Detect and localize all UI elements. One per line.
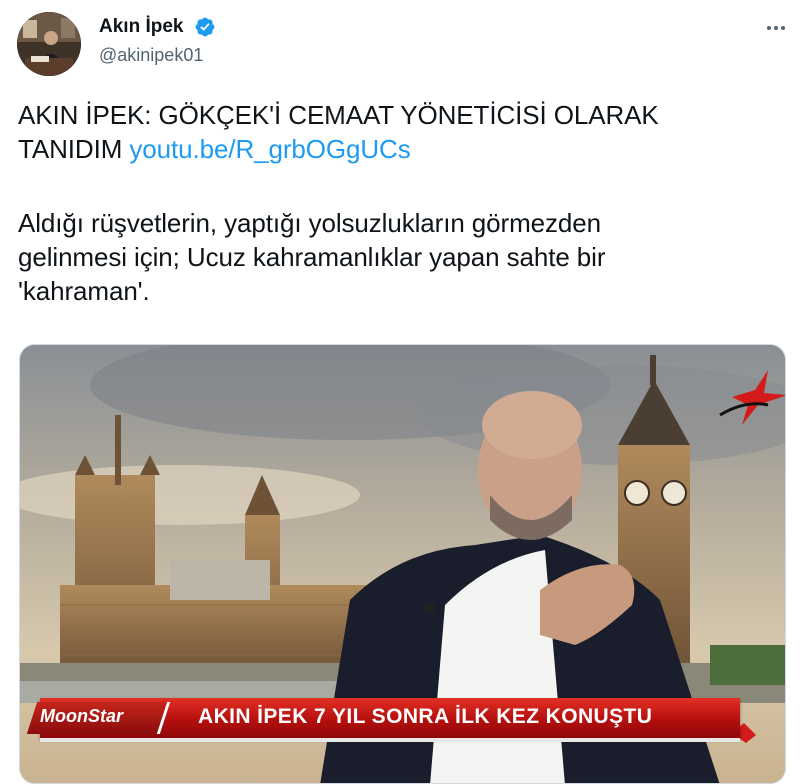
channel-logo-text: MoonStar xyxy=(40,706,123,726)
tweet-headline-line1: AKIN İPEK: GÖKÇEK'İ CEMAAT YÖNETİCİSİ OL… xyxy=(18,100,659,130)
tweet-text: AKIN İPEK: GÖKÇEK'İ CEMAAT YÖNETİCİSİ OL… xyxy=(18,98,788,308)
tweet-headline-line2: TANIDIM xyxy=(18,134,123,164)
tweet-body-line2: gelinmesi için; Ucuz kahramanlıklar yapa… xyxy=(18,242,606,272)
video-thumbnail[interactable]: MoonStar AKIN İPEK 7 YIL SONRA İLK KEZ K… xyxy=(19,344,786,784)
author-avatar[interactable] xyxy=(17,12,81,76)
youtube-link[interactable]: youtu.be/R_grbOGgUCs xyxy=(129,134,410,164)
verified-badge-icon xyxy=(195,17,215,37)
author-handle[interactable]: @akinipek01 xyxy=(99,45,203,66)
author-name[interactable]: Akın İpek xyxy=(99,16,183,38)
tweet-card: Akın İpek @akinipek01 AKIN İPEK: GÖKÇEK'… xyxy=(0,0,800,784)
more-options-icon[interactable] xyxy=(760,16,792,40)
tweet-body-line3: 'kahraman'. xyxy=(18,276,150,306)
tweet-body-line1: Aldığı rüşvetlerin, yaptığı yolsuzluklar… xyxy=(18,208,601,238)
banner-headline: AKIN İPEK 7 YIL SONRA İLK KEZ KONUŞTU xyxy=(198,705,653,728)
news-ticker-banner: MoonStar AKIN İPEK 7 YIL SONRA İLK KEZ K… xyxy=(20,698,785,742)
banner-underline xyxy=(40,738,740,742)
